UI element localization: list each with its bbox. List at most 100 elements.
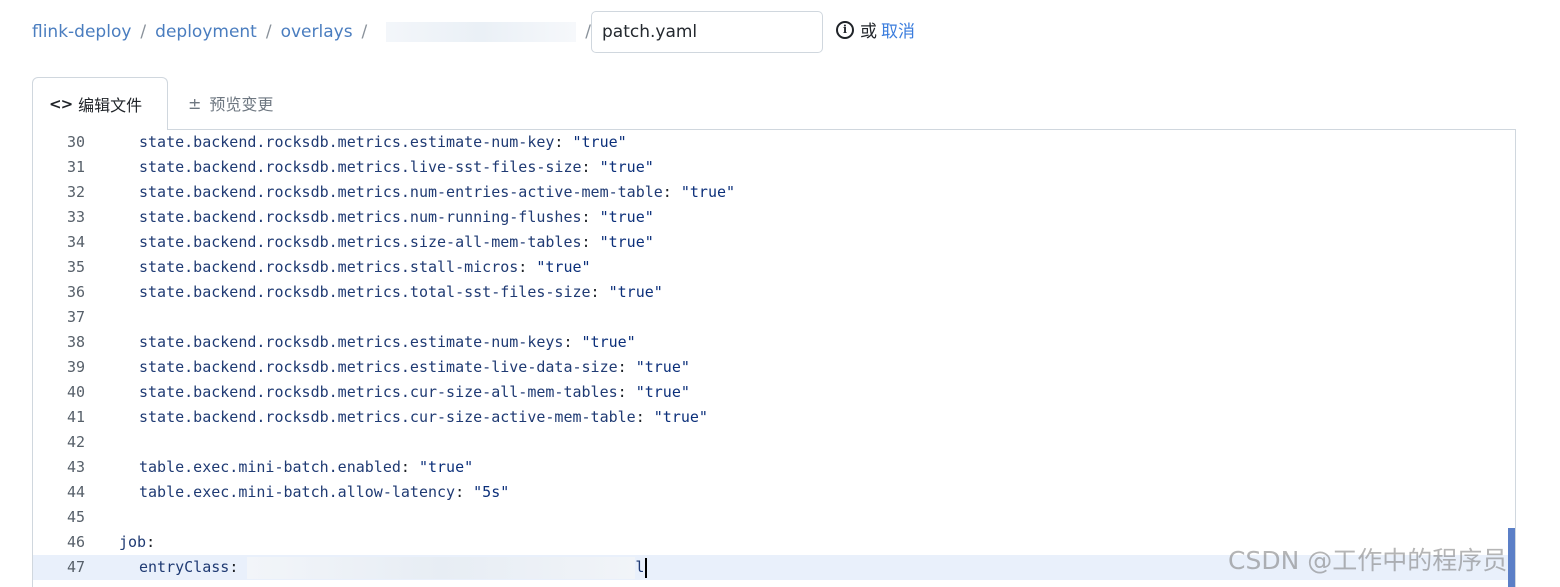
yaml-value: "true" xyxy=(608,283,663,301)
yaml-key: job xyxy=(119,533,147,551)
breadcrumb-separator: / xyxy=(265,22,272,42)
code-line[interactable]: 32 state.backend.rocksdb.metrics.num-entr… xyxy=(33,180,1515,205)
code-icon: <> xyxy=(49,95,73,113)
code-line[interactable]: 30 state.backend.rocksdb.metrics.estimate… xyxy=(33,130,1515,155)
yaml-key: state.backend.rocksdb.metrics.size-all-m… xyxy=(139,233,582,251)
diff-icon: ± xyxy=(188,93,202,113)
code-line[interactable]: 44 table.exec.mini-batch.allow-latency: "… xyxy=(33,480,1515,505)
trailing-text: l xyxy=(635,558,645,576)
breadcrumb-item-deployment[interactable]: deployment xyxy=(155,22,257,42)
yaml-value: "true" xyxy=(418,458,474,476)
yaml-value: "true" xyxy=(599,208,654,226)
code-line[interactable]: 34 state.backend.rocksdb.metrics.size-all… xyxy=(33,230,1515,255)
line-number: 33 xyxy=(66,208,85,226)
yaml-key: state.backend.rocksdb.metrics.estimate-n… xyxy=(139,333,564,351)
text-cursor xyxy=(645,557,648,578)
code-line[interactable]: 36 state.backend.rocksdb.metrics.total-ss… xyxy=(33,280,1515,305)
line-number: 40 xyxy=(66,383,85,401)
line-number: 47 xyxy=(66,558,85,576)
code-text: state.backend.rocksdb.metrics.num-entrie… xyxy=(139,183,736,201)
yaml-value: "true" xyxy=(599,158,654,176)
line-number: 46 xyxy=(66,533,85,551)
code-text: state.backend.rocksdb.metrics.estimate-l… xyxy=(139,358,690,376)
code-line[interactable]: 38 state.backend.rocksdb.metrics.estimate… xyxy=(33,330,1515,355)
line-number: 41 xyxy=(66,408,85,426)
code-text: table.exec.mini-batch.allow-latency: "5s… xyxy=(139,483,510,501)
code-line[interactable]: 41 state.backend.rocksdb.metrics.cur-size… xyxy=(33,405,1515,430)
breadcrumb-separator: / xyxy=(361,22,368,42)
code-text: state.backend.rocksdb.metrics.estimate-n… xyxy=(139,333,636,351)
breadcrumb-item-overlays[interactable]: overlays xyxy=(281,22,353,42)
code-text: state.backend.rocksdb.metrics.cur-size-a… xyxy=(139,383,690,401)
line-number: 42 xyxy=(66,433,85,451)
line-number: 36 xyxy=(66,283,85,301)
yaml-key: state.backend.rocksdb.metrics.estimate-l… xyxy=(139,358,618,376)
line-number: 43 xyxy=(66,458,85,476)
yaml-value: "true" xyxy=(680,183,736,201)
code-line[interactable]: 35 state.backend.rocksdb.metrics.stall-mi… xyxy=(33,255,1515,280)
yaml-value: "5s" xyxy=(473,483,510,501)
yaml-key: state.backend.rocksdb.metrics.live-sst-f… xyxy=(139,158,582,176)
line-number: 31 xyxy=(66,158,85,176)
yaml-key: table.exec.mini-batch.allow-latency xyxy=(139,483,456,501)
yaml-key: state.backend.rocksdb.metrics.num-runnin… xyxy=(139,208,582,226)
yaml-key: state.backend.rocksdb.metrics.cur-size-a… xyxy=(139,383,618,401)
tab-edit-file-label: 编辑文件 xyxy=(78,96,143,115)
code-line[interactable]: 40 state.backend.rocksdb.metrics.cur-size… xyxy=(33,380,1515,405)
tab-edit-file[interactable]: <> 编辑文件 xyxy=(32,77,168,130)
code-line[interactable]: 45 xyxy=(33,505,1515,530)
line-number: 35 xyxy=(66,258,85,276)
code-text: job: xyxy=(119,533,156,551)
yaml-key: table.exec.mini-batch.enabled xyxy=(139,458,401,476)
yaml-value: "true" xyxy=(653,408,708,426)
breadcrumb-item-flink-deploy[interactable]: flink-deploy xyxy=(32,22,131,42)
breadcrumb-separator: / xyxy=(140,22,147,42)
breadcrumb-item-redacted[interactable] xyxy=(386,22,577,42)
line-number: 37 xyxy=(66,308,85,326)
code-text: state.backend.rocksdb.metrics.estimate-n… xyxy=(139,133,627,151)
code-line[interactable]: 31 state.backend.rocksdb.metrics.live-sst… xyxy=(33,155,1515,180)
code-text: state.backend.rocksdb.metrics.cur-size-a… xyxy=(139,408,708,426)
code-text: state.backend.rocksdb.metrics.size-all-m… xyxy=(139,233,654,251)
yaml-key: state.backend.rocksdb.metrics.total-sst-… xyxy=(139,283,591,301)
code-line[interactable]: 43 table.exec.mini-batch.enabled: "true" xyxy=(33,455,1515,480)
code-line[interactable]: 39 state.backend.rocksdb.metrics.estimate… xyxy=(33,355,1515,380)
line-number: 44 xyxy=(66,483,85,501)
line-number: 32 xyxy=(66,183,85,201)
code-editor[interactable]: 30 state.backend.rocksdb.metrics.estimate… xyxy=(32,129,1516,587)
yaml-key: state.backend.rocksdb.metrics.cur-size-a… xyxy=(139,408,636,426)
or-text: 或 xyxy=(860,22,877,42)
yaml-key: state.backend.rocksdb.metrics.estimate-n… xyxy=(139,133,555,151)
code-text: state.backend.rocksdb.metrics.stall-micr… xyxy=(139,258,591,276)
line-number: 30 xyxy=(66,133,85,151)
yaml-value: "true" xyxy=(599,233,654,251)
tab-preview-changes-label: 预览变更 xyxy=(209,95,274,114)
scrollbar-marker[interactable] xyxy=(1508,528,1515,587)
cancel-link[interactable]: 取消 xyxy=(881,17,915,42)
code-text: state.backend.rocksdb.metrics.total-sst-… xyxy=(139,283,663,301)
code-text: entryClass: l xyxy=(139,555,648,580)
tab-preview-changes[interactable]: ± 预览变更 xyxy=(188,77,273,129)
yaml-value: "true" xyxy=(536,258,591,276)
code-text: table.exec.mini-batch.enabled: "true" xyxy=(139,458,474,476)
redacted-value xyxy=(247,556,636,579)
yaml-key: state.backend.rocksdb.metrics.stall-micr… xyxy=(139,258,519,276)
watermark: CSDN @工作中的程序员 xyxy=(1228,546,1508,575)
line-number: 39 xyxy=(66,358,85,376)
code-text: state.backend.rocksdb.metrics.num-runnin… xyxy=(139,208,654,226)
yaml-value: "true" xyxy=(635,358,690,376)
yaml-value: "true" xyxy=(635,383,690,401)
code-text: state.backend.rocksdb.metrics.live-sst-f… xyxy=(139,158,654,176)
editor-tabs: <> 编辑文件 ± 预览变更 xyxy=(32,77,1516,130)
yaml-value: "true" xyxy=(581,333,636,351)
filename-input[interactable] xyxy=(591,11,823,53)
action-row: i 或 取消 xyxy=(836,17,915,42)
breadcrumb: flink-deploy / deployment / overlays / / xyxy=(32,11,600,53)
code-line[interactable]: 37 xyxy=(33,305,1515,330)
line-number: 45 xyxy=(66,508,85,526)
line-number: 38 xyxy=(66,333,85,351)
code-line[interactable]: 42 xyxy=(33,430,1515,455)
code-line[interactable]: 33 state.backend.rocksdb.metrics.num-runn… xyxy=(33,205,1515,230)
yaml-value: "true" xyxy=(572,133,627,151)
info-icon[interactable]: i xyxy=(836,20,854,39)
